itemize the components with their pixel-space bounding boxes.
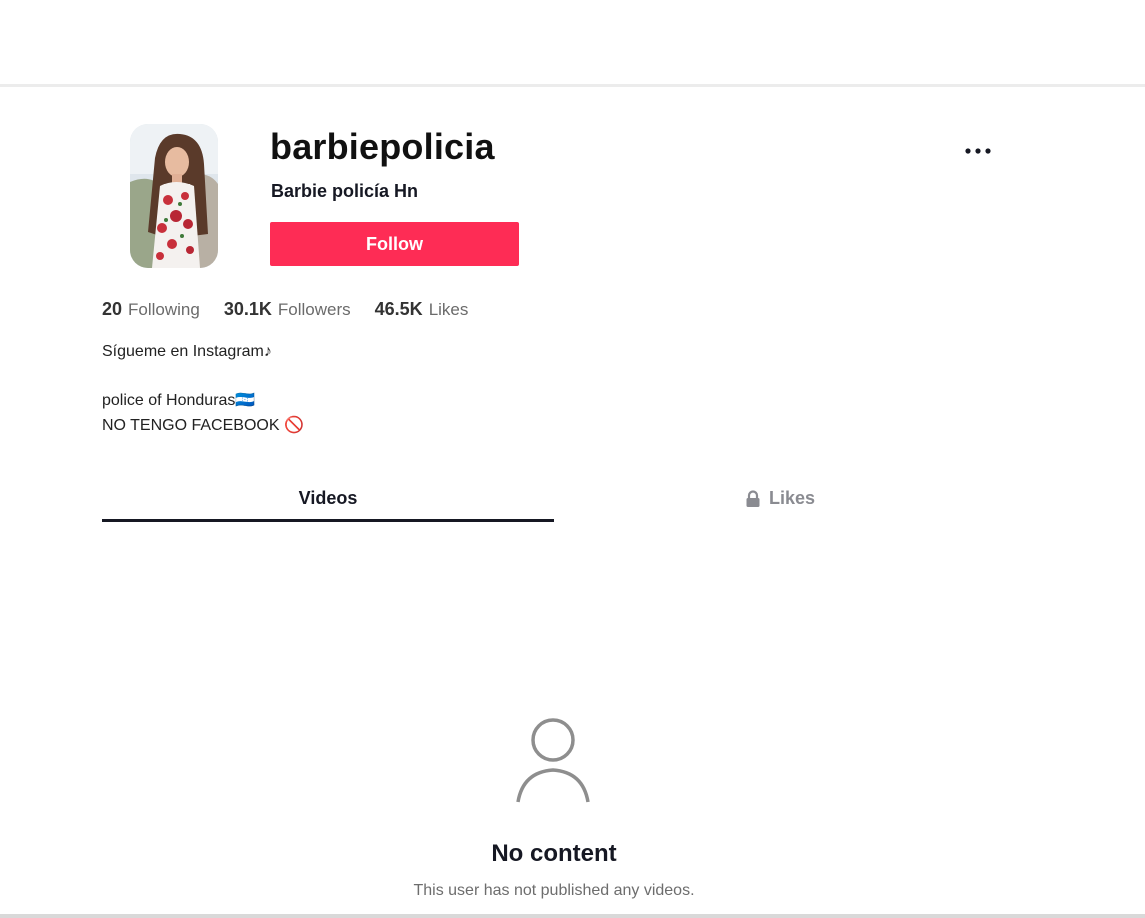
follow-button[interactable]: Follow [270,222,519,266]
profile-stats: 20 Following 30.1K Followers 46.5K Likes [102,299,492,320]
stat-likes: 46.5K Likes [375,299,469,320]
following-count: 20 [102,299,123,319]
empty-state-title: No content [491,840,617,867]
tab-videos[interactable]: Videos [102,474,554,523]
empty-state-description: This user has not published any videos. [413,882,695,899]
tab-videos-label: Videos [298,488,358,508]
followers-count: 30.1K [223,299,272,319]
likes-label: Likes [428,300,469,319]
stat-followers[interactable]: 30.1K Followers [224,299,351,320]
bio-line: NO TENGO FACEBOOK 🚫 [102,417,304,434]
display-name: Barbie policía Hn [271,181,419,201]
bio-line: Sígueme en Instagram♪ [102,343,272,360]
username: barbiepolicia [270,126,495,167]
bottom-divider [0,914,1145,918]
ellipsis-icon [965,148,991,154]
active-tab-indicator [102,519,554,522]
lock-icon [745,489,761,508]
avatar[interactable] [130,124,218,268]
more-options-button[interactable] [960,136,996,166]
tab-likes[interactable]: Likes [554,474,1006,523]
tab-likes-label: Likes [768,488,816,508]
bio-line: police of Honduras🇭🇳 [102,392,256,409]
following-label: Following [128,300,200,319]
user-outline-icon [513,716,593,806]
top-navigation-bar [0,0,1145,87]
likes-count: 46.5K [374,299,423,319]
bio-spacer [102,364,304,388]
followers-label: Followers [277,300,351,319]
profile-bio: Sígueme en Instagram♪ police of Honduras… [102,339,304,438]
avatar-image [130,124,218,268]
stat-following[interactable]: 20 Following [102,299,200,320]
